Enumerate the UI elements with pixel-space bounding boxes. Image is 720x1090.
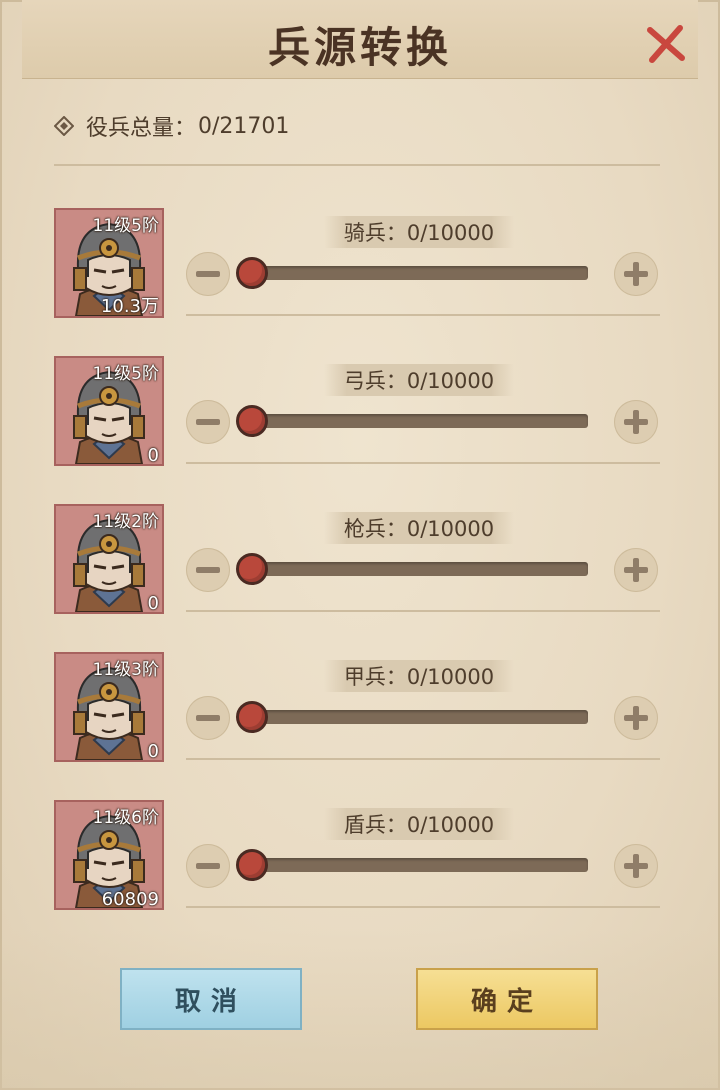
- row-divider: [186, 906, 660, 908]
- unit-value: 枪兵：0/10000: [324, 512, 514, 544]
- unit-level: 11级5阶: [92, 364, 159, 384]
- unit-level: 11级2阶: [92, 512, 159, 532]
- unit-count: 0: [147, 445, 159, 466]
- unit-level: 11级5阶: [92, 216, 159, 236]
- unit-portrait[interactable]: 11级5阶 0: [54, 356, 164, 466]
- unit-count: 10.3万: [100, 296, 159, 317]
- unit-value: 盾兵：0/10000: [324, 808, 514, 840]
- unit-row: 11级5阶 10.3万 骑兵：0/10000: [0, 208, 720, 356]
- unit-count: 0: [147, 593, 159, 614]
- decrease-button[interactable]: [186, 252, 230, 296]
- unit-count: 60809: [101, 889, 159, 910]
- slider-handle[interactable]: [236, 257, 268, 289]
- cancel-button[interactable]: 取消: [120, 968, 302, 1030]
- confirm-button[interactable]: 确定: [416, 968, 598, 1030]
- slider-track[interactable]: [250, 266, 588, 280]
- row-divider: [186, 610, 660, 612]
- unit-portrait[interactable]: 11级3阶 0: [54, 652, 164, 762]
- unit-row: 11级2阶 0 枪兵：0/10000: [0, 504, 720, 652]
- row-divider: [186, 462, 660, 464]
- total-soldiers: 役兵总量： 0/21701: [54, 110, 289, 142]
- slider-track[interactable]: [250, 710, 588, 724]
- decrease-button[interactable]: [186, 696, 230, 740]
- minus-icon: [196, 715, 220, 721]
- unit-portrait[interactable]: 11级6阶 60809: [54, 800, 164, 910]
- decrease-button[interactable]: [186, 548, 230, 592]
- total-label: 役兵总量：: [86, 116, 197, 141]
- row-divider: [186, 314, 660, 316]
- dialog-title: 兵源转换: [267, 23, 452, 72]
- header-divider: [54, 164, 660, 166]
- unit-count: 0: [147, 741, 159, 762]
- decrease-button[interactable]: [186, 400, 230, 444]
- unit-value: 骑兵：0/10000: [324, 216, 514, 248]
- unit-value: 甲兵：0/10000: [324, 660, 514, 692]
- increase-button[interactable]: [614, 844, 658, 888]
- slider-handle[interactable]: [236, 405, 268, 437]
- slider-track[interactable]: [250, 858, 588, 872]
- bottom-decoration: [0, 930, 720, 1090]
- plus-icon: [624, 558, 648, 582]
- slider-handle[interactable]: [236, 849, 268, 881]
- minus-icon: [196, 863, 220, 869]
- minus-icon: [196, 419, 220, 425]
- increase-button[interactable]: [614, 400, 658, 444]
- unit-portrait[interactable]: 11级2阶 0: [54, 504, 164, 614]
- plus-icon: [624, 854, 648, 878]
- slider-track[interactable]: [250, 562, 588, 576]
- unit-level: 11级3阶: [92, 660, 159, 680]
- increase-button[interactable]: [614, 252, 658, 296]
- plus-icon: [624, 262, 648, 286]
- row-divider: [186, 758, 660, 760]
- slider-track[interactable]: [250, 414, 588, 428]
- close-button[interactable]: [644, 22, 688, 66]
- diamond-icon: [54, 116, 74, 136]
- minus-icon: [196, 271, 220, 277]
- unit-row: 11级3阶 0 甲兵：0/10000: [0, 652, 720, 800]
- unit-value: 弓兵：0/10000: [324, 364, 514, 396]
- unit-row: 11级5阶 0 弓兵：0/10000: [0, 356, 720, 504]
- slider-handle[interactable]: [236, 553, 268, 585]
- minus-icon: [196, 567, 220, 573]
- plus-icon: [624, 410, 648, 434]
- increase-button[interactable]: [614, 548, 658, 592]
- decrease-button[interactable]: [186, 844, 230, 888]
- unit-portrait[interactable]: 11级5阶 10.3万: [54, 208, 164, 318]
- unit-row: 11级6阶 60809 盾兵：0/10000: [0, 800, 720, 948]
- slider-handle[interactable]: [236, 701, 268, 733]
- total-value: 0/21701: [198, 113, 290, 139]
- increase-button[interactable]: [614, 696, 658, 740]
- close-icon: [647, 25, 685, 63]
- plus-icon: [624, 706, 648, 730]
- unit-level: 11级6阶: [92, 808, 159, 828]
